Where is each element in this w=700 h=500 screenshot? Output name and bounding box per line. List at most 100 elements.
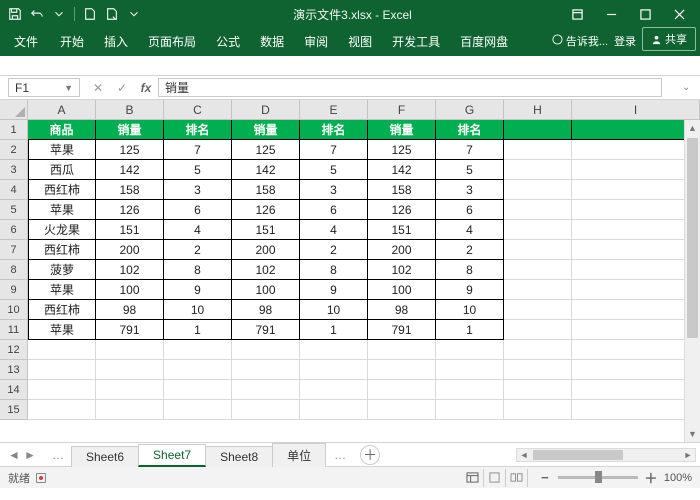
cell[interactable] <box>572 180 700 200</box>
cell[interactable]: 3 <box>300 180 368 200</box>
cell[interactable]: 200 <box>96 240 164 260</box>
cell[interactable]: 1 <box>436 320 504 340</box>
row-header[interactable]: 6 <box>0 220 28 240</box>
tab-netdisk[interactable]: 百度网盘 <box>450 28 518 56</box>
col-header[interactable]: F <box>368 100 436 120</box>
cell[interactable] <box>232 360 300 380</box>
cell[interactable]: 苹果 <box>28 280 96 300</box>
cell[interactable]: 西红柿 <box>28 240 96 260</box>
cell[interactable]: 10 <box>436 300 504 320</box>
name-box[interactable]: F1▼ <box>8 78 80 97</box>
cancel-formula-button[interactable]: ✕ <box>86 77 110 99</box>
undo-button[interactable] <box>26 3 48 25</box>
cell[interactable]: 菠萝 <box>28 260 96 280</box>
cell[interactable]: 4 <box>436 220 504 240</box>
select-all-corner[interactable] <box>0 100 28 120</box>
expand-formula-bar[interactable]: ⌄ <box>682 82 698 93</box>
cell[interactable]: 791 <box>96 320 164 340</box>
row-header[interactable]: 4 <box>0 180 28 200</box>
cell[interactable]: 142 <box>232 160 300 180</box>
cell[interactable]: 9 <box>300 280 368 300</box>
scrollbar-thumb[interactable] <box>533 450 623 460</box>
cell[interactable] <box>572 200 700 220</box>
cell[interactable] <box>572 300 700 320</box>
cell[interactable] <box>504 380 572 400</box>
cell[interactable] <box>572 140 700 160</box>
col-header[interactable]: A <box>28 100 96 120</box>
cell[interactable]: 3 <box>436 180 504 200</box>
cell[interactable]: 125 <box>96 140 164 160</box>
cell[interactable] <box>232 400 300 420</box>
tab-view[interactable]: 视图 <box>338 28 382 56</box>
cell[interactable]: 6 <box>164 200 232 220</box>
tab-layout[interactable]: 页面布局 <box>138 28 206 56</box>
cell[interactable]: 8 <box>436 260 504 280</box>
row-header[interactable]: 8 <box>0 260 28 280</box>
cell[interactable] <box>572 220 700 240</box>
new-file-button[interactable] <box>79 3 101 25</box>
print-preview-button[interactable] <box>101 3 123 25</box>
cell[interactable]: 2 <box>300 240 368 260</box>
cell[interactable] <box>28 400 96 420</box>
cell[interactable]: 2 <box>164 240 232 260</box>
cell[interactable]: 151 <box>232 220 300 240</box>
sheet-nav-next[interactable]: ► <box>22 448 38 462</box>
cell[interactable] <box>300 380 368 400</box>
cell[interactable]: 200 <box>232 240 300 260</box>
more-sheets-right[interactable]: … <box>326 448 354 462</box>
close-button[interactable] <box>662 3 696 25</box>
cell[interactable]: 102 <box>232 260 300 280</box>
cell[interactable]: 126 <box>232 200 300 220</box>
qat-dropdown[interactable] <box>48 3 70 25</box>
save-button[interactable] <box>4 3 26 25</box>
cell[interactable]: 苹果 <box>28 320 96 340</box>
cell[interactable] <box>28 360 96 380</box>
cell[interactable]: 6 <box>436 200 504 220</box>
cell[interactable]: 5 <box>300 160 368 180</box>
tab-home[interactable]: 开始 <box>50 28 94 56</box>
cell[interactable] <box>96 380 164 400</box>
cell[interactable] <box>368 360 436 380</box>
cell[interactable] <box>504 140 572 160</box>
cell[interactable]: 100 <box>368 280 436 300</box>
cell[interactable]: 102 <box>368 260 436 280</box>
cell[interactable]: 158 <box>368 180 436 200</box>
cell[interactable]: 142 <box>368 160 436 180</box>
col-header[interactable]: C <box>164 100 232 120</box>
col-header[interactable]: I <box>572 100 700 120</box>
cell[interactable] <box>572 260 700 280</box>
cell[interactable]: 98 <box>232 300 300 320</box>
scrollbar-thumb[interactable] <box>687 138 698 338</box>
cell[interactable] <box>572 160 700 180</box>
sheet-tab[interactable]: Sheet6 <box>71 446 139 467</box>
enter-formula-button[interactable]: ✓ <box>110 77 134 99</box>
tab-developer[interactable]: 开发工具 <box>382 28 450 56</box>
more-sheets-left[interactable]: … <box>44 448 72 462</box>
cell[interactable]: 200 <box>368 240 436 260</box>
col-header[interactable]: G <box>436 100 504 120</box>
tab-insert[interactable]: 插入 <box>94 28 138 56</box>
cell[interactable] <box>96 340 164 360</box>
cell[interactable] <box>300 340 368 360</box>
cell[interactable]: 126 <box>368 200 436 220</box>
sheet-tab[interactable]: Sheet8 <box>205 446 273 467</box>
zoom-in-button[interactable]: ＋ <box>644 471 658 485</box>
cell[interactable]: 100 <box>96 280 164 300</box>
cell[interactable]: 791 <box>368 320 436 340</box>
cell[interactable]: 100 <box>232 280 300 300</box>
cell[interactable] <box>504 240 572 260</box>
cell[interactable]: 2 <box>436 240 504 260</box>
row-header[interactable]: 7 <box>0 240 28 260</box>
row-header[interactable]: 1 <box>0 120 28 140</box>
cell[interactable]: 9 <box>164 280 232 300</box>
cell[interactable]: 商品 <box>28 120 96 140</box>
cell[interactable] <box>504 400 572 420</box>
cell[interactable]: 苹果 <box>28 200 96 220</box>
cell[interactable] <box>232 380 300 400</box>
cell[interactable] <box>572 280 700 300</box>
scroll-up-icon[interactable]: ▲ <box>685 120 700 136</box>
cell[interactable] <box>300 400 368 420</box>
macro-record-icon[interactable] <box>36 473 46 483</box>
col-header[interactable]: B <box>96 100 164 120</box>
cell[interactable] <box>368 340 436 360</box>
